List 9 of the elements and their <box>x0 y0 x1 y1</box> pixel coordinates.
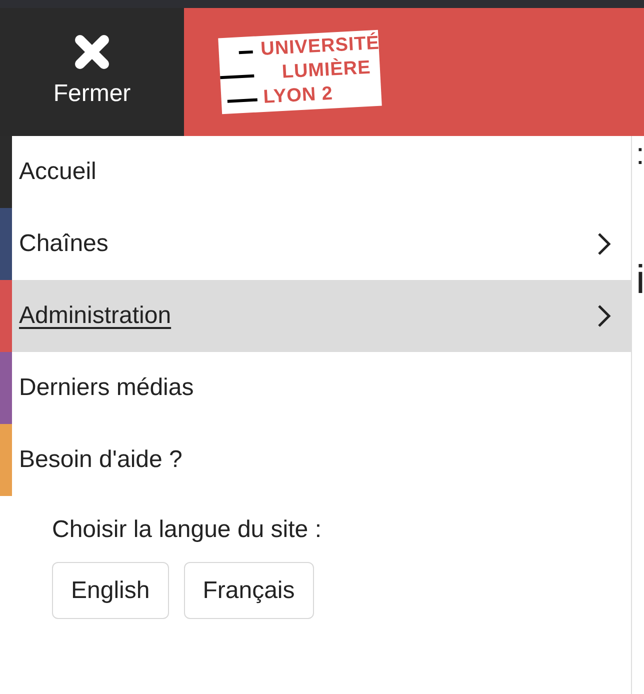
background-text: i <box>636 257 643 304</box>
menu-item[interactable]: Administration <box>12 280 631 352</box>
language-button[interactable]: Français <box>184 562 314 619</box>
language-button[interactable]: English <box>52 562 169 619</box>
close-button[interactable]: Fermer <box>0 8 184 136</box>
background-text: : <box>636 137 643 173</box>
language-label: Choisir la langue du site : <box>52 515 322 545</box>
close-icon <box>72 32 112 72</box>
university-logo[interactable]: UNIVERSITÉ LUMIÈRE LYON 2 <box>218 30 382 114</box>
